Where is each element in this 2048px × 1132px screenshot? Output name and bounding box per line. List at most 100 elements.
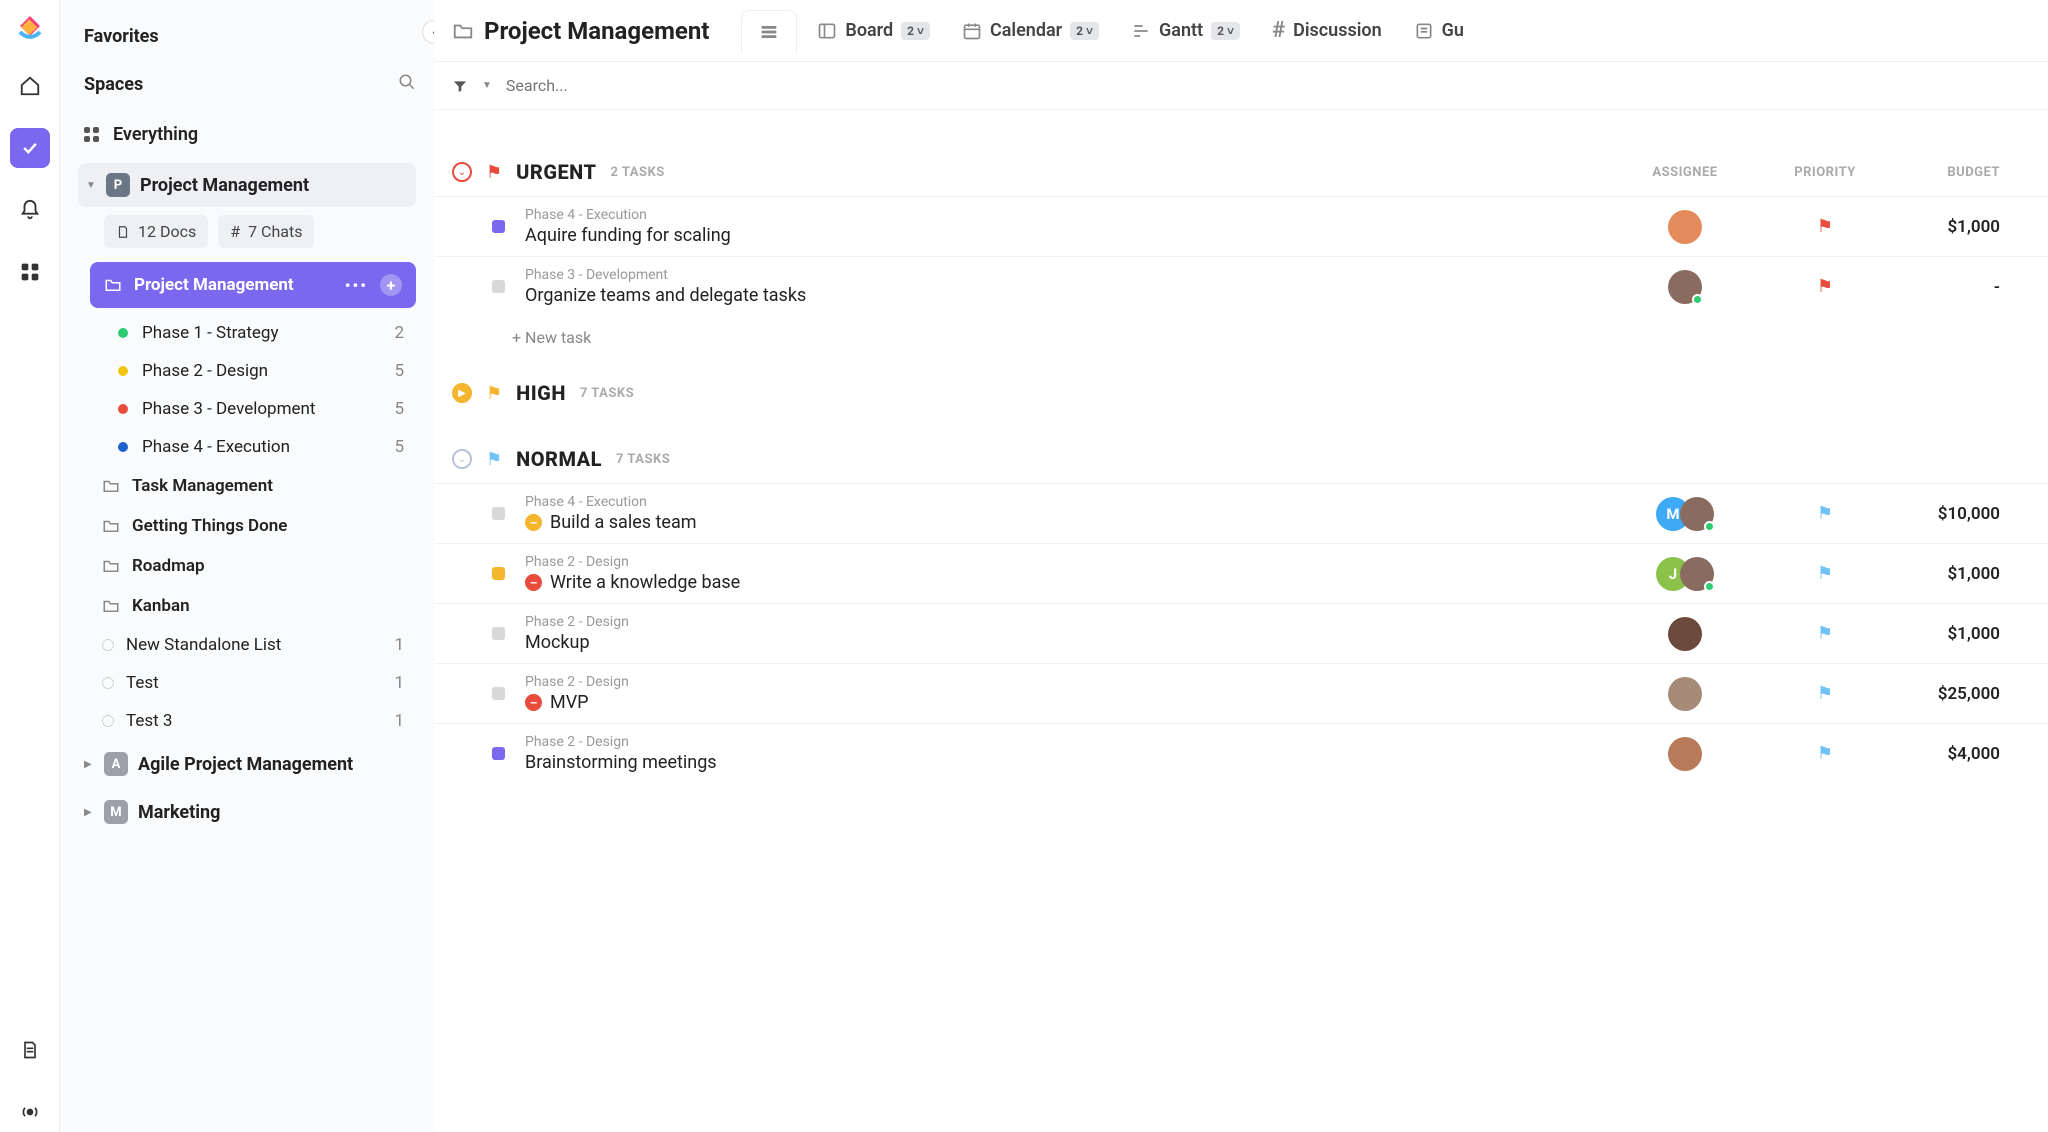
- caret-down-icon: ▼: [86, 180, 96, 191]
- task-title: –Write a knowledge base: [525, 572, 1610, 593]
- task-status-icon: –: [525, 694, 542, 711]
- status-dot: [118, 328, 128, 338]
- group-count: 2 TASKS: [610, 165, 664, 180]
- folder-item[interactable]: Task Management: [78, 466, 416, 506]
- group-title: HIGH: [516, 381, 566, 405]
- task-phase: Phase 4 - Execution: [525, 207, 1610, 223]
- search-icon[interactable]: [398, 73, 416, 96]
- caret-right-icon: ▶: [84, 807, 94, 818]
- phase-item[interactable]: Phase 2 - Design 5: [118, 352, 416, 390]
- search-input[interactable]: [506, 76, 2030, 95]
- task-assignee[interactable]: [1610, 677, 1760, 711]
- task-status[interactable]: [492, 687, 505, 700]
- collapse-icon[interactable]: ⌄: [452, 449, 472, 469]
- list-item[interactable]: New Standalone List 1: [78, 626, 416, 664]
- list-item[interactable]: Test 1: [78, 664, 416, 702]
- docs-chip[interactable]: 12 Docs: [104, 215, 208, 248]
- collapse-sidebar-button[interactable]: ‹: [422, 20, 434, 44]
- task-assignee[interactable]: [1610, 210, 1760, 244]
- view-calendar[interactable]: Calendar 2 ˅: [946, 8, 1115, 53]
- group-title: URGENT: [516, 160, 596, 184]
- new-task-button[interactable]: + New task: [434, 316, 2048, 351]
- task-assignee[interactable]: M: [1610, 497, 1760, 531]
- phase-item[interactable]: Phase 1 - Strategy 2: [118, 314, 416, 352]
- group-count: 7 TASKS: [580, 386, 634, 401]
- flag-icon: ⚑: [486, 162, 502, 183]
- folder-icon: [102, 517, 120, 535]
- avatar[interactable]: [1668, 210, 1702, 244]
- favorites-heading[interactable]: Favorites: [78, 18, 416, 65]
- expand-icon[interactable]: ▶: [452, 383, 472, 403]
- task-status[interactable]: [492, 507, 505, 520]
- folder-item[interactable]: Kanban: [78, 586, 416, 626]
- task-assignee[interactable]: [1610, 737, 1760, 771]
- task-priority[interactable]: ⚑: [1760, 743, 1890, 764]
- task-row[interactable]: Phase 4 - Execution –Build a sales team …: [434, 483, 2048, 543]
- chats-chip[interactable]: # 7 Chats: [218, 215, 314, 248]
- view-discussion[interactable]: #Discussion: [1256, 8, 1398, 53]
- task-assignee[interactable]: J: [1610, 557, 1760, 591]
- avatar[interactable]: [1668, 617, 1702, 651]
- task-priority[interactable]: ⚑: [1760, 276, 1890, 297]
- task-priority[interactable]: ⚑: [1760, 216, 1890, 237]
- task-status[interactable]: [492, 627, 505, 640]
- task-status[interactable]: [492, 220, 505, 233]
- folder-item[interactable]: Roadmap: [78, 546, 416, 586]
- home-icon[interactable]: [10, 66, 50, 106]
- task-row[interactable]: Phase 2 - Design Mockup ⚑ $1,000: [434, 603, 2048, 663]
- everything-link[interactable]: Everything: [78, 114, 416, 163]
- record-icon[interactable]: [10, 1092, 50, 1132]
- view-gu[interactable]: Gu: [1398, 8, 1480, 53]
- phase-item[interactable]: Phase 3 - Development 5: [118, 390, 416, 428]
- task-row[interactable]: Phase 4 - Execution Aquire funding for s…: [434, 196, 2048, 256]
- avatar[interactable]: [1668, 270, 1702, 304]
- space-project-management[interactable]: ▼ P Project Management: [78, 163, 416, 207]
- view-badge: 2 ˅: [1211, 22, 1240, 40]
- view-board[interactable]: Board 2 ˅: [801, 8, 946, 53]
- task-status-icon: –: [525, 574, 542, 591]
- folder-item[interactable]: Getting Things Done: [78, 506, 416, 546]
- chevron-down-icon[interactable]: ▼: [482, 80, 492, 91]
- list-icon: [102, 715, 114, 727]
- folder-icon: [102, 557, 120, 575]
- filter-icon[interactable]: [452, 78, 468, 94]
- task-status[interactable]: [492, 280, 505, 293]
- space-item[interactable]: ▶ M Marketing: [78, 788, 416, 836]
- task-priority[interactable]: ⚑: [1760, 623, 1890, 644]
- task-row[interactable]: Phase 2 - Design –MVP ⚑ $25,000: [434, 663, 2048, 723]
- collapse-icon[interactable]: ⌄: [452, 162, 472, 182]
- task-priority[interactable]: ⚑: [1760, 503, 1890, 524]
- task-status[interactable]: [492, 567, 505, 580]
- docs-icon[interactable]: [10, 1030, 50, 1070]
- add-button[interactable]: +: [380, 274, 402, 296]
- task-row[interactable]: Phase 3 - Development Organize teams and…: [434, 256, 2048, 316]
- task-assignee[interactable]: [1610, 617, 1760, 651]
- tasks-icon[interactable]: [10, 128, 50, 168]
- presence-dot: [1692, 294, 1703, 305]
- presence-dot: [1704, 521, 1715, 532]
- task-row[interactable]: Phase 2 - Design Brainstorming meetings …: [434, 723, 2048, 783]
- view-gantt[interactable]: Gantt 2 ˅: [1115, 8, 1256, 53]
- phase-item[interactable]: Phase 4 - Execution 5: [118, 428, 416, 466]
- icon-rail: [0, 0, 60, 1132]
- apps-icon[interactable]: [10, 252, 50, 292]
- avatar[interactable]: [1680, 497, 1714, 531]
- more-icon[interactable]: •••: [345, 276, 368, 295]
- task-budget: -: [1890, 277, 2030, 297]
- task-assignee[interactable]: [1610, 270, 1760, 304]
- task-title: Organize teams and delegate tasks: [525, 285, 1610, 306]
- status-dot: [118, 442, 128, 452]
- group-title: NORMAL: [516, 447, 602, 471]
- task-priority[interactable]: ⚑: [1760, 563, 1890, 584]
- space-item[interactable]: ▶ A Agile Project Management: [78, 740, 416, 788]
- avatar[interactable]: [1668, 677, 1702, 711]
- list-item[interactable]: Test 3 1: [78, 702, 416, 740]
- task-row[interactable]: Phase 2 - Design –Write a knowledge base…: [434, 543, 2048, 603]
- task-status[interactable]: [492, 747, 505, 760]
- avatar[interactable]: [1680, 557, 1714, 591]
- notifications-icon[interactable]: [10, 190, 50, 230]
- avatar[interactable]: [1668, 737, 1702, 771]
- view-list[interactable]: [741, 10, 797, 54]
- folder-project-management[interactable]: Project Management ••• +: [90, 262, 416, 308]
- task-priority[interactable]: ⚑: [1760, 683, 1890, 704]
